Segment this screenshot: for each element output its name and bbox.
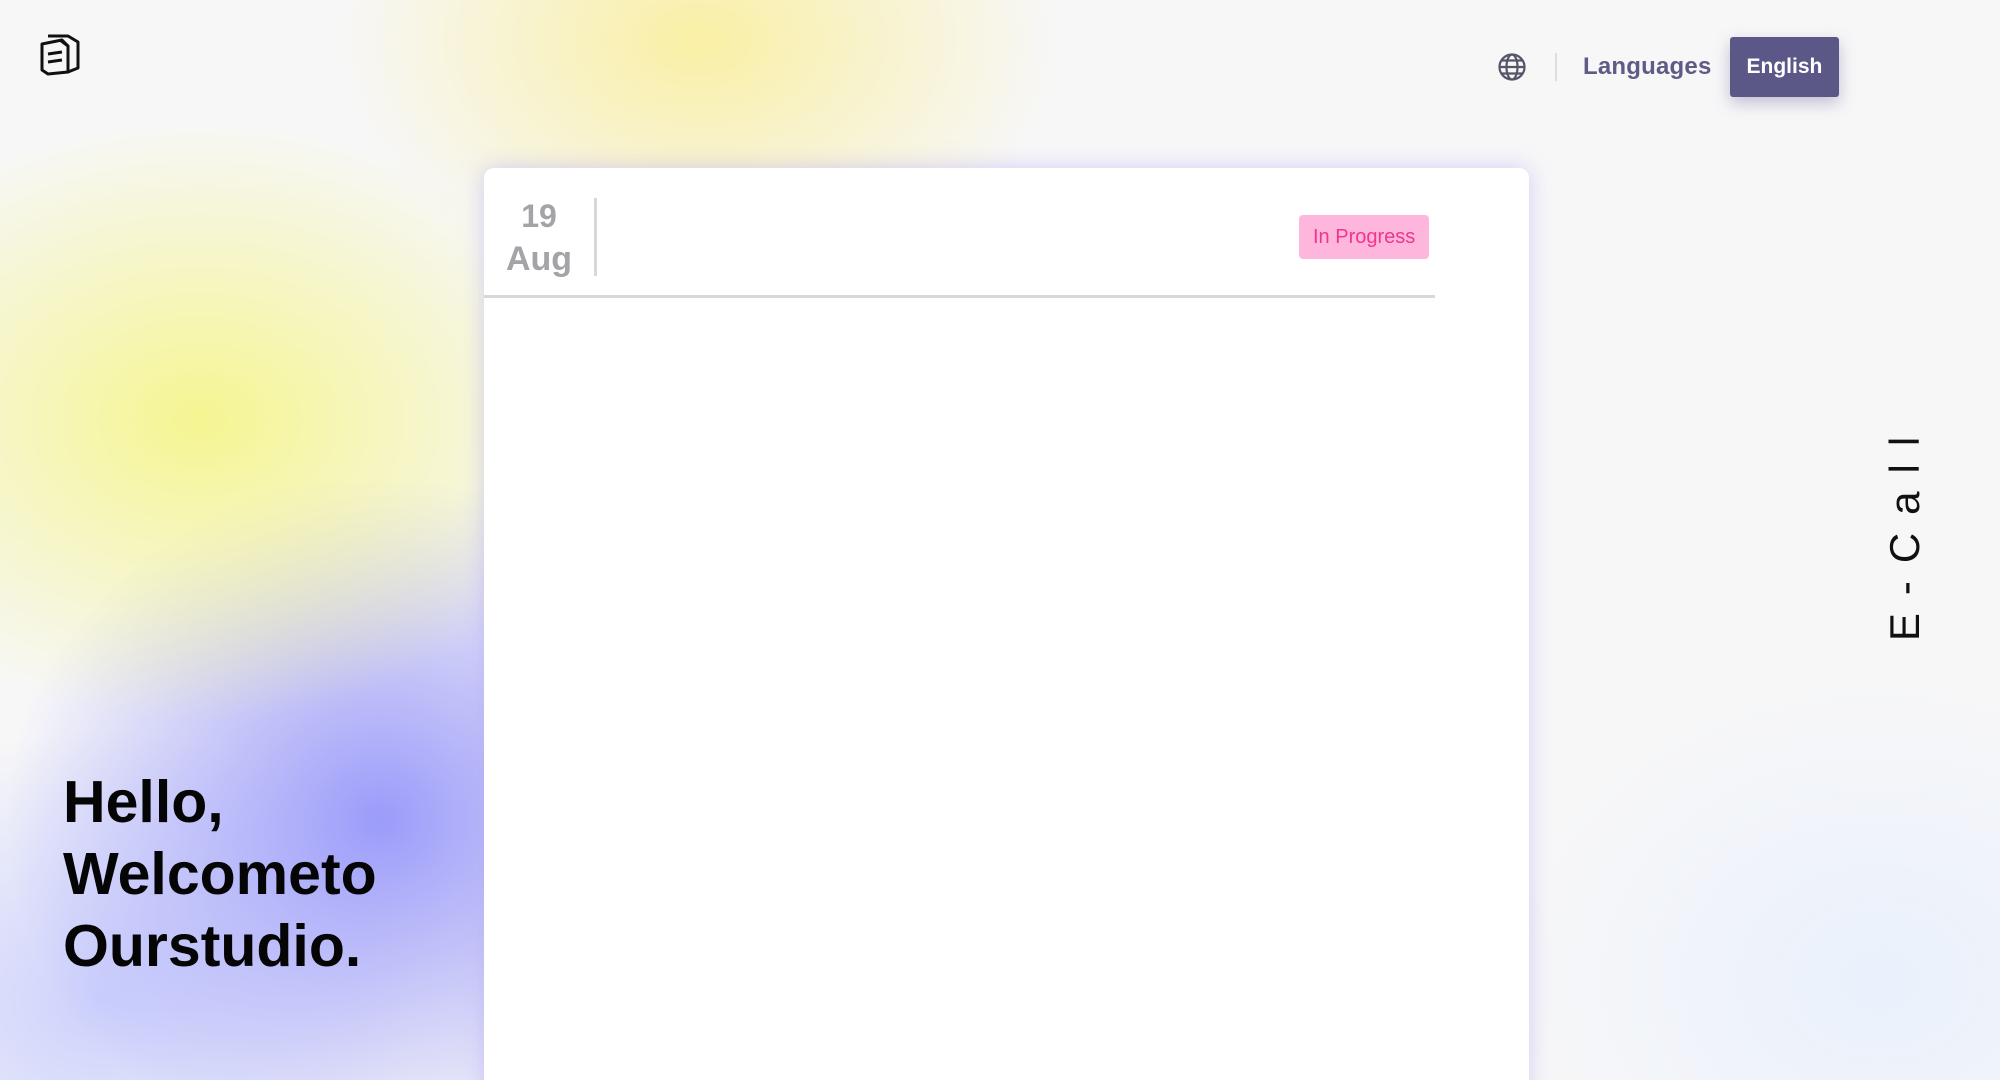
page: Languages English 19 Aug In Progress Hel… xyxy=(0,0,2000,1080)
task-card: 19 Aug In Progress xyxy=(484,168,1529,1080)
status-badge: In Progress xyxy=(1299,215,1430,259)
card-header: 19 Aug In Progress xyxy=(484,168,1435,298)
languages-label: Languages xyxy=(1583,53,1712,80)
stacked-box-logo-icon[interactable] xyxy=(38,30,82,76)
date-day: 19 xyxy=(521,198,557,234)
nav-divider xyxy=(1555,53,1557,81)
hero-line-hello: Hello, xyxy=(63,769,224,835)
date-block: 19 Aug xyxy=(499,196,579,282)
hero-greeting: Hello, Welcometo Ourstudio. xyxy=(63,766,377,982)
hero-line-welcome: Welcometo xyxy=(63,841,377,907)
date-month: Aug xyxy=(505,240,573,278)
vertical-brand: E-Call xyxy=(1881,390,1928,670)
hero-line-studio: Ourstudio. xyxy=(63,913,362,979)
language-english-button[interactable]: English xyxy=(1729,37,1840,97)
globe-icon[interactable] xyxy=(1495,50,1529,84)
top-navigation: Languages English xyxy=(1495,37,1840,97)
brand-name: E-Call xyxy=(1881,418,1929,642)
date-divider xyxy=(594,198,597,276)
